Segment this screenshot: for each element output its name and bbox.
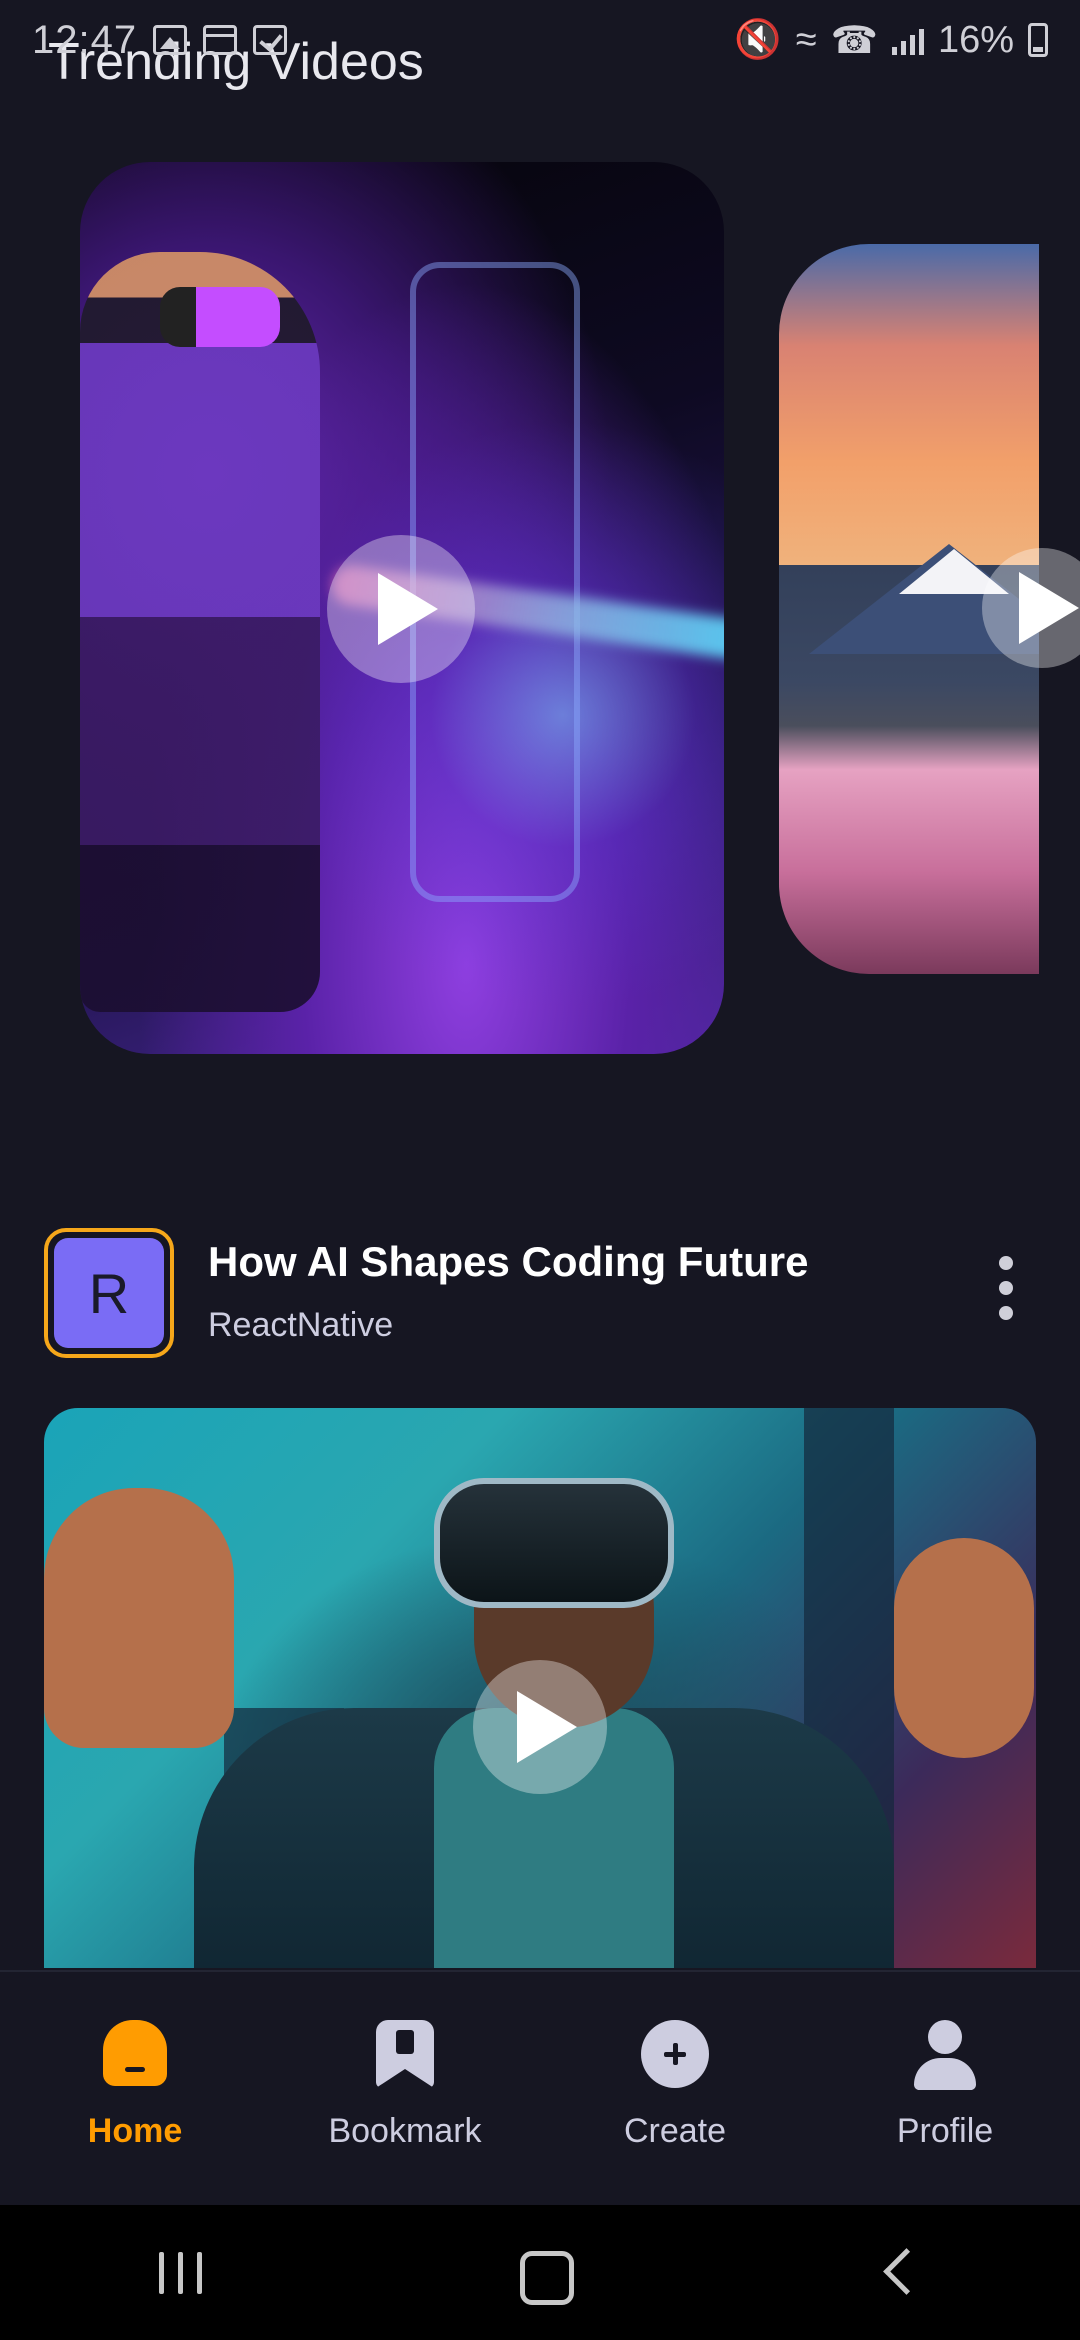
image-notification-icon <box>153 25 188 55</box>
play-icon <box>517 1691 577 1763</box>
tab-label: Bookmark <box>328 2112 482 2150</box>
tab-label: Home <box>87 2112 183 2150</box>
wifi-calling-icon: ☎ <box>830 19 878 62</box>
tab-home[interactable]: Home <box>25 2020 245 2151</box>
thumbnail-graphic <box>80 252 320 1012</box>
tab-label: Profile <box>896 2112 994 2150</box>
thumbnail-graphic <box>434 1478 674 1608</box>
video-author: ReactNative <box>208 1306 394 1344</box>
thumbnail-graphic <box>160 287 280 347</box>
play-icon <box>1019 572 1079 644</box>
recents-button[interactable] <box>120 2233 240 2313</box>
battery-icon <box>1028 23 1048 57</box>
status-time: 12:47 <box>32 17 138 62</box>
avatar-initial: R <box>54 1238 164 1348</box>
tab-create[interactable]: Create <box>565 2020 785 2151</box>
battery-percent: 16% <box>937 18 1014 61</box>
thumbnail-graphic <box>44 1488 234 1748</box>
home-icon <box>100 2020 170 2090</box>
home-button[interactable] <box>480 2233 600 2313</box>
bottom-tab-bar: Home Bookmark Create Profile <box>0 1970 1080 2205</box>
play-button[interactable] <box>473 1660 607 1794</box>
video-post-header: R How AI Shapes Coding Future ReactNativ… <box>44 1228 1036 1358</box>
back-button[interactable] <box>840 2233 960 2313</box>
video-title: How AI Shapes Coding Future <box>208 1238 809 1285</box>
tab-bookmark[interactable]: Bookmark <box>295 2020 515 2151</box>
wifi-icon: ≈ <box>795 18 817 61</box>
tab-label: Create <box>623 2112 727 2150</box>
thumbnail-graphic <box>894 1538 1034 1758</box>
signal-icon <box>891 25 924 55</box>
status-bar: 12:47 🔇 ≈ ☎ 16% <box>0 0 1080 80</box>
user-icon <box>910 2020 980 2090</box>
mute-icon: 🔇 <box>734 19 782 61</box>
status-right: 🔇 ≈ ☎ 16% <box>734 18 1048 63</box>
calendar-notification-icon <box>203 25 238 55</box>
system-navigation-bar <box>0 2205 1080 2340</box>
tab-profile[interactable]: Profile <box>835 2020 1055 2151</box>
bookmark-icon <box>370 2020 440 2090</box>
more-options-icon[interactable] <box>986 1248 1026 1328</box>
avatar[interactable]: R <box>44 1228 174 1358</box>
checkbox-notification-icon <box>253 25 288 55</box>
play-icon <box>378 573 438 645</box>
plus-circle-icon <box>640 2020 710 2090</box>
status-left: 12:47 <box>32 17 288 63</box>
play-button[interactable] <box>327 535 475 683</box>
